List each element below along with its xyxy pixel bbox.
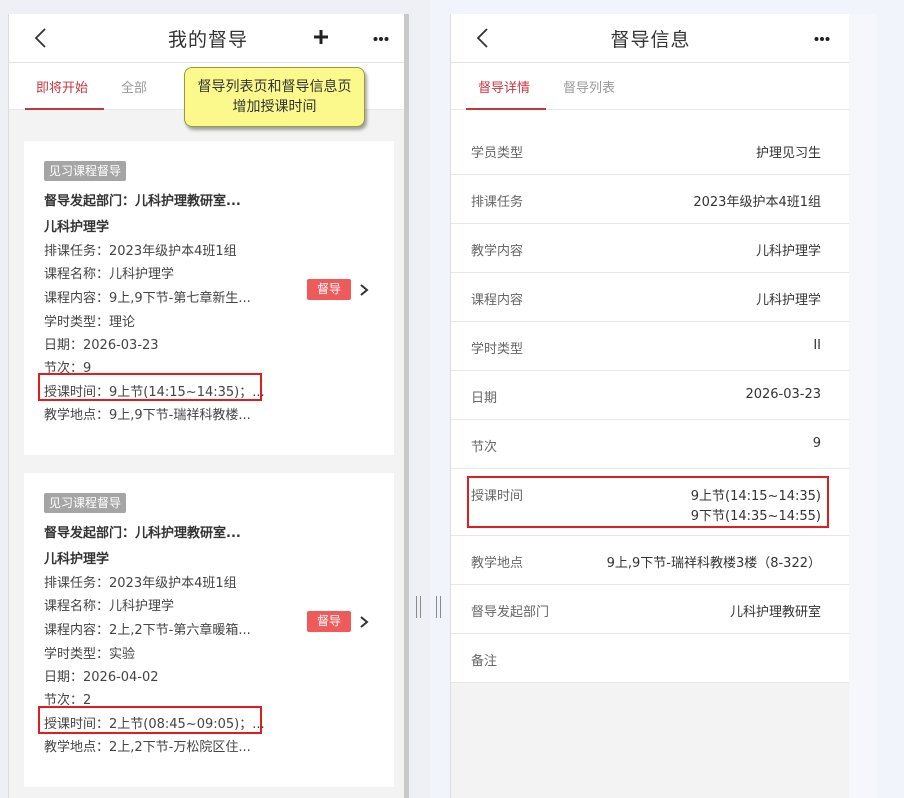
supervision-list-page: 我的督导 即将开始 全部 见习课程督导 督导发起部门：儿科护理教研室... 儿科… <box>8 14 408 798</box>
supervision-card[interactable]: 见习课程督导 督导发起部门：儿科护理教研室... 儿科护理学 排课任务：2023… <box>24 141 394 455</box>
row-label: 节次 <box>471 440 498 455</box>
detail-row-place: 教学地点 9上,9下节-瑞祥科教楼3楼（8-322） <box>451 536 850 585</box>
row-value: 儿科护理学 <box>755 293 821 308</box>
row-label: 学员类型 <box>471 146 524 161</box>
row-label: 排课任务 <box>471 195 524 210</box>
card-content: 课程内容：9上,9下节-第七章新生... <box>44 291 251 306</box>
row-value: 9上,9下节-瑞祥科教楼3楼（8-322） <box>606 556 821 571</box>
tab-all[interactable]: 全部 <box>121 77 147 96</box>
supervise-button[interactable]: 督导 <box>307 279 351 300</box>
more-icon[interactable] <box>814 36 830 42</box>
row-label: 督导发起部门 <box>471 605 550 620</box>
list-header: 我的督导 <box>9 14 407 63</box>
row-value: 2026-03-23 <box>745 387 821 402</box>
highlight-box <box>467 476 829 528</box>
detail-row-teaching-content: 教学内容 儿科护理学 <box>451 224 850 273</box>
detail-row-course-content: 课程内容 儿科护理学 <box>451 273 850 322</box>
supervision-detail-page: 督导信息 督导详情 督导列表 学员类型 护理见习生 排课任务 2023年级护本4… <box>450 14 850 798</box>
detail-row-schedule: 排课任务 2023年级护本4班1组 <box>451 175 850 224</box>
highlight-box <box>38 706 262 734</box>
card-place: 教学地点：9上,9下节-瑞祥科教楼... <box>44 408 251 423</box>
right-scrollbar[interactable] <box>849 14 877 798</box>
row-value: II <box>813 338 821 353</box>
course-type-badge: 见习课程督导 <box>44 493 127 513</box>
row-value: 儿科护理教研室 <box>729 605 821 620</box>
detail-row-remark: 备注 <box>451 634 850 683</box>
row-value: 9 <box>812 436 821 451</box>
detail-row-student-type: 学员类型 护理见习生 <box>451 126 850 175</box>
empty-area <box>451 683 850 798</box>
drag-grip-icon[interactable] <box>416 596 422 618</box>
supervision-card[interactable]: 见习课程督导 督导发起部门：儿科护理教研室... 儿科护理学 排课任务：2023… <box>24 473 394 787</box>
annotation-callout: 督导列表页和督导信息页增加授课时间 <box>184 67 365 127</box>
detail-header: 督导信息 <box>451 14 850 63</box>
course-type-badge: 见习课程督导 <box>44 161 127 181</box>
row-value: 2023年级护本4班1组 <box>693 195 821 210</box>
row-value: 儿科护理学 <box>755 244 821 259</box>
detail-tabs: 督导详情 督导列表 <box>451 63 850 110</box>
row-label: 教学内容 <box>471 244 524 259</box>
row-label: 学时类型 <box>471 342 524 357</box>
card-hour-type: 学时类型：理论 <box>44 315 136 330</box>
card-course-name: 课程名称：儿科护理学 <box>44 267 175 282</box>
supervise-button[interactable]: 督导 <box>307 611 351 632</box>
card-date: 日期：2026-03-23 <box>44 338 159 353</box>
card-date: 日期：2026-04-02 <box>44 670 159 685</box>
card-content: 课程内容：2上,2下节-第六章暖箱... <box>44 623 251 638</box>
tab-upcoming[interactable]: 即将开始 <box>36 77 88 96</box>
row-label: 备注 <box>471 654 498 669</box>
more-icon[interactable] <box>373 36 389 42</box>
left-scrollbar[interactable] <box>404 14 409 798</box>
card-schedule: 排课任务：2023年级护本4班1组 <box>44 244 237 259</box>
row-label: 日期 <box>471 391 498 406</box>
row-label: 课程内容 <box>471 293 524 308</box>
spacer <box>451 110 850 126</box>
card-dept: 督导发起部门：儿科护理教研室... <box>44 194 241 209</box>
card-schedule: 排课任务：2023年级护本4班1组 <box>44 576 237 591</box>
row-label: 教学地点 <box>471 556 524 571</box>
row-value: 护理见习生 <box>755 146 821 161</box>
card-dept: 督导发起部门：儿科护理教研室... <box>44 526 241 541</box>
card-course-title: 儿科护理学 <box>44 220 110 235</box>
page-title: 督导信息 <box>610 29 691 51</box>
detail-row-dept: 督导发起部门 儿科护理教研室 <box>451 585 850 634</box>
tab-detail[interactable]: 督导详情 <box>478 77 530 96</box>
highlight-box <box>38 373 262 401</box>
card-course-name: 课程名称：儿科护理学 <box>44 599 175 614</box>
card-course-title: 儿科护理学 <box>44 552 110 567</box>
page-title: 我的督导 <box>167 29 248 51</box>
drag-grip-icon[interactable] <box>436 596 442 618</box>
detail-row-section: 节次 9 <box>451 420 850 469</box>
chevron-right-icon[interactable] <box>358 615 370 629</box>
plus-icon[interactable] <box>312 28 330 46</box>
card-hour-type: 学时类型：实验 <box>44 647 136 662</box>
chevron-right-icon[interactable] <box>358 283 370 297</box>
detail-row-hour-type: 学时类型 II <box>451 322 850 371</box>
detail-row-date: 日期 2026-03-23 <box>451 371 850 420</box>
card-place: 教学地点：2上,2下节-万松院区住... <box>44 740 251 755</box>
tab-active-underline <box>25 108 104 110</box>
tab-supervision-list[interactable]: 督导列表 <box>563 77 615 96</box>
